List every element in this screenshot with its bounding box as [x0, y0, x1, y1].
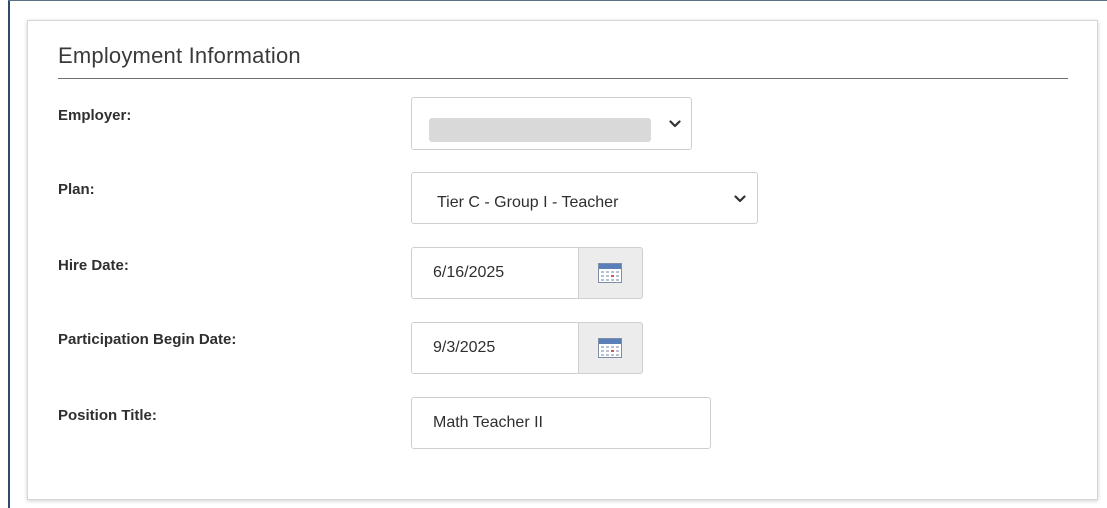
chevron-down-icon — [734, 195, 746, 203]
position-title-input[interactable]: Math Teacher II — [411, 397, 711, 449]
employer-select[interactable] — [411, 97, 692, 150]
hire-date-calendar-button[interactable] — [579, 247, 643, 299]
employer-redacted-value — [429, 118, 651, 142]
section-divider — [58, 78, 1068, 79]
calendar-icon — [598, 263, 622, 283]
employment-information-panel: Employment Information Employer: Plan: T… — [27, 20, 1098, 500]
position-title-label: Position Title: — [58, 407, 157, 424]
calendar-icon — [598, 338, 622, 358]
participation-begin-date-calendar-button[interactable] — [579, 322, 643, 374]
participation-begin-date-input[interactable]: 9/3/2025 — [411, 322, 579, 374]
hire-date-label: Hire Date: — [58, 257, 129, 274]
participation-begin-date-label: Participation Begin Date: — [58, 331, 237, 348]
plan-label: Plan: — [58, 181, 95, 198]
page-edge-top — [8, 0, 1107, 1]
section-title: Employment Information — [58, 43, 301, 68]
plan-selected-value: Tier C - Group I - Teacher — [437, 194, 619, 211]
page-edge-left — [8, 0, 10, 508]
employer-label: Employer: — [58, 107, 132, 124]
chevron-down-icon — [669, 120, 681, 128]
plan-select[interactable]: Tier C - Group I - Teacher — [411, 172, 758, 224]
hire-date-input[interactable]: 6/16/2025 — [411, 247, 579, 299]
